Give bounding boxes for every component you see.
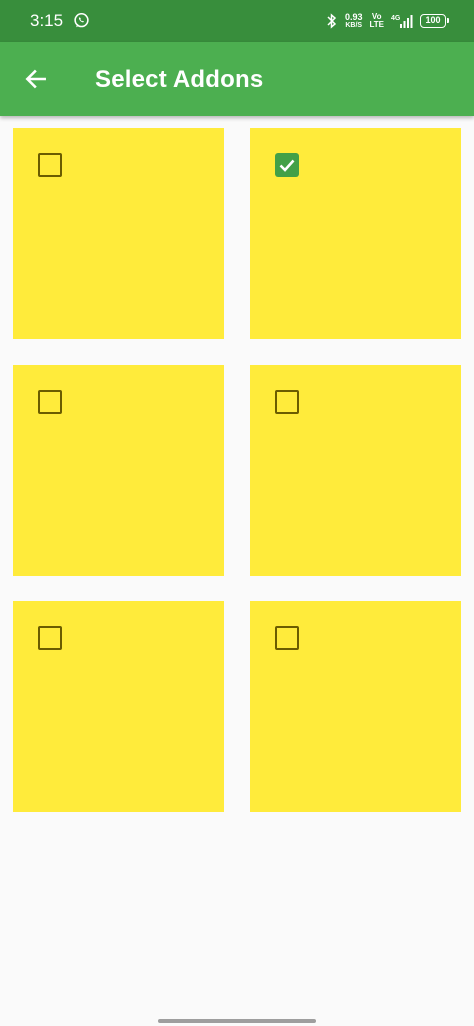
home-indicator[interactable]	[158, 1019, 316, 1023]
addon-checkbox-2[interactable]	[275, 153, 299, 177]
signal-icon: 4G	[391, 15, 413, 28]
battery-icon: 100	[420, 14, 449, 28]
network-speed: 0.93 KB/S	[344, 11, 363, 30]
addon-checkbox-1[interactable]	[38, 153, 62, 177]
page-title: Select Addons	[95, 66, 264, 93]
checkmark-icon	[279, 159, 295, 172]
network-speed-value: 0.93	[344, 11, 363, 22]
app-bar: Select Addons	[0, 42, 474, 116]
network-type: 4G	[391, 15, 401, 22]
bluetooth-icon	[327, 13, 337, 29]
addon-tile-3[interactable]	[13, 365, 224, 576]
battery-level: 100	[425, 15, 441, 25]
addon-checkbox-6[interactable]	[275, 626, 299, 650]
addon-tile-5[interactable]	[13, 601, 224, 812]
status-icons: 0.93 KB/S Vo LTE 4G 100	[326, 9, 449, 33]
addon-tile-2[interactable]	[250, 128, 461, 339]
volte-indicator: Vo LTE	[369, 13, 384, 29]
addon-tile-6[interactable]	[250, 601, 461, 812]
addon-checkbox-3[interactable]	[38, 390, 62, 414]
status-bar: 3:15 0.93 KB/S Vo LTE 4G 100	[0, 0, 474, 42]
addon-checkbox-4[interactable]	[275, 390, 299, 414]
volte-bottom: LTE	[369, 20, 384, 29]
back-button[interactable]	[14, 57, 58, 101]
addon-tile-1[interactable]	[13, 128, 224, 339]
network-speed-unit: KB/S	[345, 21, 363, 29]
status-time: 3:15	[30, 11, 64, 30]
whatsapp-icon	[74, 12, 89, 28]
addon-tile-4[interactable]	[250, 365, 461, 576]
arrow-left-icon	[25, 69, 46, 89]
addon-checkbox-5[interactable]	[38, 626, 62, 650]
